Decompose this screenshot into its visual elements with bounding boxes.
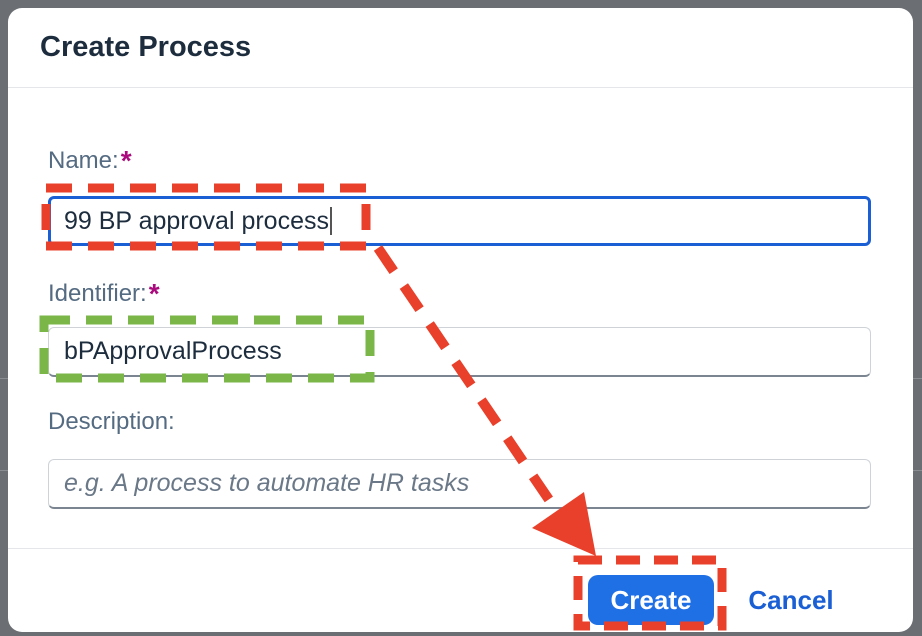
create-process-dialog: Create Process Name:* 99 BP approval pro… (8, 8, 913, 632)
dialog-title: Create Process (40, 31, 252, 63)
identifier-input-value: bPApprovalProcess (64, 337, 282, 365)
identifier-label: Identifier:* (48, 276, 160, 309)
identifier-label-text: Identifier: (48, 280, 147, 307)
dialog-footer: Create Cancel (8, 548, 913, 632)
text-caret (329, 207, 332, 235)
create-button[interactable]: Create (588, 575, 714, 625)
description-label-text: Description: (48, 408, 175, 435)
name-input[interactable]: 99 BP approval process (48, 196, 871, 246)
name-label: Name:* (48, 143, 132, 176)
description-label: Description: (48, 408, 175, 436)
name-input-value: 99 BP approval process (64, 206, 329, 235)
description-placeholder: e.g. A process to automate HR tasks (64, 469, 470, 497)
background-divider (0, 378, 8, 379)
dialog-header: Create Process (8, 8, 913, 88)
background-divider (913, 378, 922, 379)
identifier-input[interactable]: bPApprovalProcess (48, 327, 871, 377)
background-divider (0, 470, 8, 471)
background-divider (913, 470, 922, 471)
required-mark: * (120, 145, 132, 176)
required-mark: * (148, 278, 160, 309)
cancel-button[interactable]: Cancel (736, 575, 846, 625)
name-label-text: Name: (48, 147, 119, 174)
description-input[interactable]: e.g. A process to automate HR tasks (48, 459, 871, 509)
